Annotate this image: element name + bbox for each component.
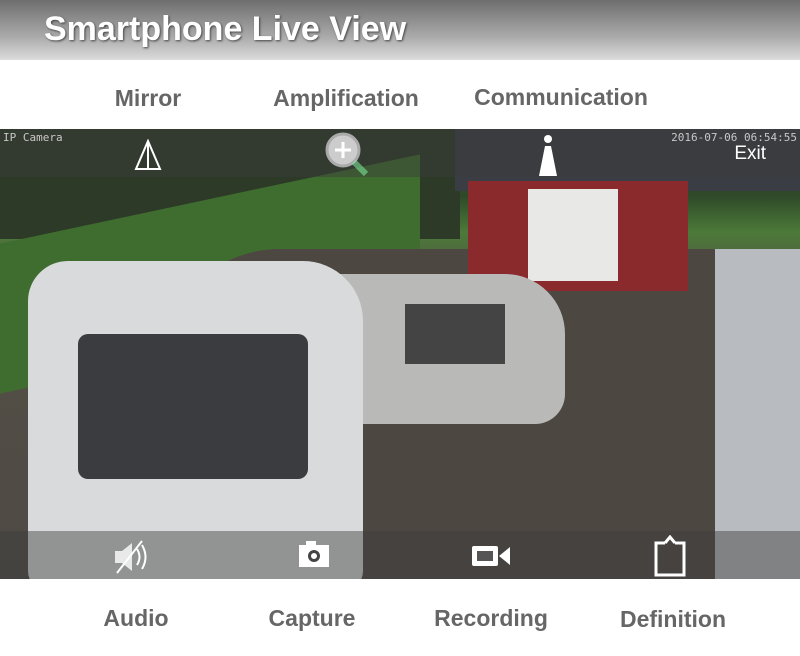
top-control-bar: IP Camera 2016-07-06 06:54:55 Exit: [0, 129, 800, 177]
mirror-icon[interactable]: [133, 139, 163, 171]
audio-muted-icon[interactable]: [112, 539, 157, 575]
definition-icon[interactable]: [651, 535, 689, 579]
camera-name: IP Camera: [3, 131, 63, 144]
page-title: Smartphone Live View: [44, 10, 407, 48]
video-camera-icon[interactable]: [470, 541, 514, 571]
microphone-icon[interactable]: [537, 134, 559, 176]
scene-van-windshield: [78, 334, 308, 479]
camera-icon[interactable]: [296, 539, 332, 571]
scene-car-window: [405, 304, 505, 364]
scene-wall: [715, 249, 800, 579]
recording-label: Recording: [434, 605, 548, 631]
mirror-label: Mirror: [114, 85, 182, 111]
exit-button[interactable]: Exit: [734, 143, 766, 165]
audio-label: Audio: [103, 605, 169, 631]
bottom-control-bar: [0, 531, 800, 579]
scene-garage-door: [528, 189, 618, 281]
communication-label: Communication: [474, 84, 648, 110]
definition-label: Definition: [619, 606, 727, 632]
zoom-in-icon[interactable]: [323, 132, 371, 177]
live-video-view[interactable]: IP Camera 2016-07-06 06:54:55 Exit: [0, 129, 800, 579]
title-bar: Smartphone Live View: [0, 0, 800, 60]
capture-label: Capture: [268, 605, 356, 631]
amplification-label: Amplification: [273, 85, 419, 111]
